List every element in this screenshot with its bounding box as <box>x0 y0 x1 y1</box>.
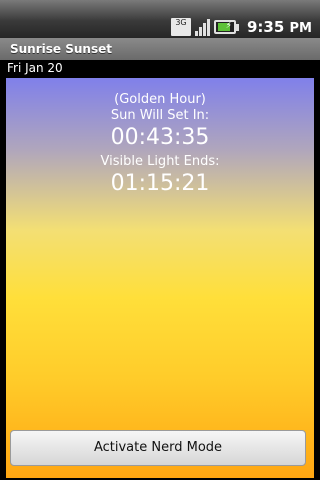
clock-time: 9:35 <box>246 18 285 36</box>
date-label: Fri Jan 20 <box>0 60 320 77</box>
visible-light-label: Visible Light Ends: <box>100 154 220 169</box>
sky-panel: (Golden Hour) Sun Will Set In: 00:43:35 … <box>6 78 314 478</box>
visible-light-timer: 01:15:21 <box>110 171 210 196</box>
sunset-timer: 00:43:35 <box>110 125 210 150</box>
activate-nerd-mode-button[interactable]: Activate Nerd Mode <box>10 430 306 466</box>
phase-label: (Golden Hour) <box>114 92 206 107</box>
app-title-bar: Sunrise Sunset <box>0 38 320 60</box>
battery-charging-icon: ⚡ <box>213 20 236 34</box>
3g-icon: 3G <box>170 18 191 36</box>
status-bar: 3G ⚡ 9:35 PM <box>0 0 320 38</box>
network-label: 3G <box>175 18 187 27</box>
status-icons: 3G ⚡ 9:35 PM <box>170 18 312 36</box>
clock-period: PM <box>289 21 312 36</box>
status-clock: 9:35 PM <box>247 18 312 36</box>
signal-icon <box>194 18 210 36</box>
countdown-info: (Golden Hour) Sun Will Set In: 00:43:35 … <box>6 92 314 200</box>
sunset-label: Sun Will Set In: <box>110 108 210 123</box>
